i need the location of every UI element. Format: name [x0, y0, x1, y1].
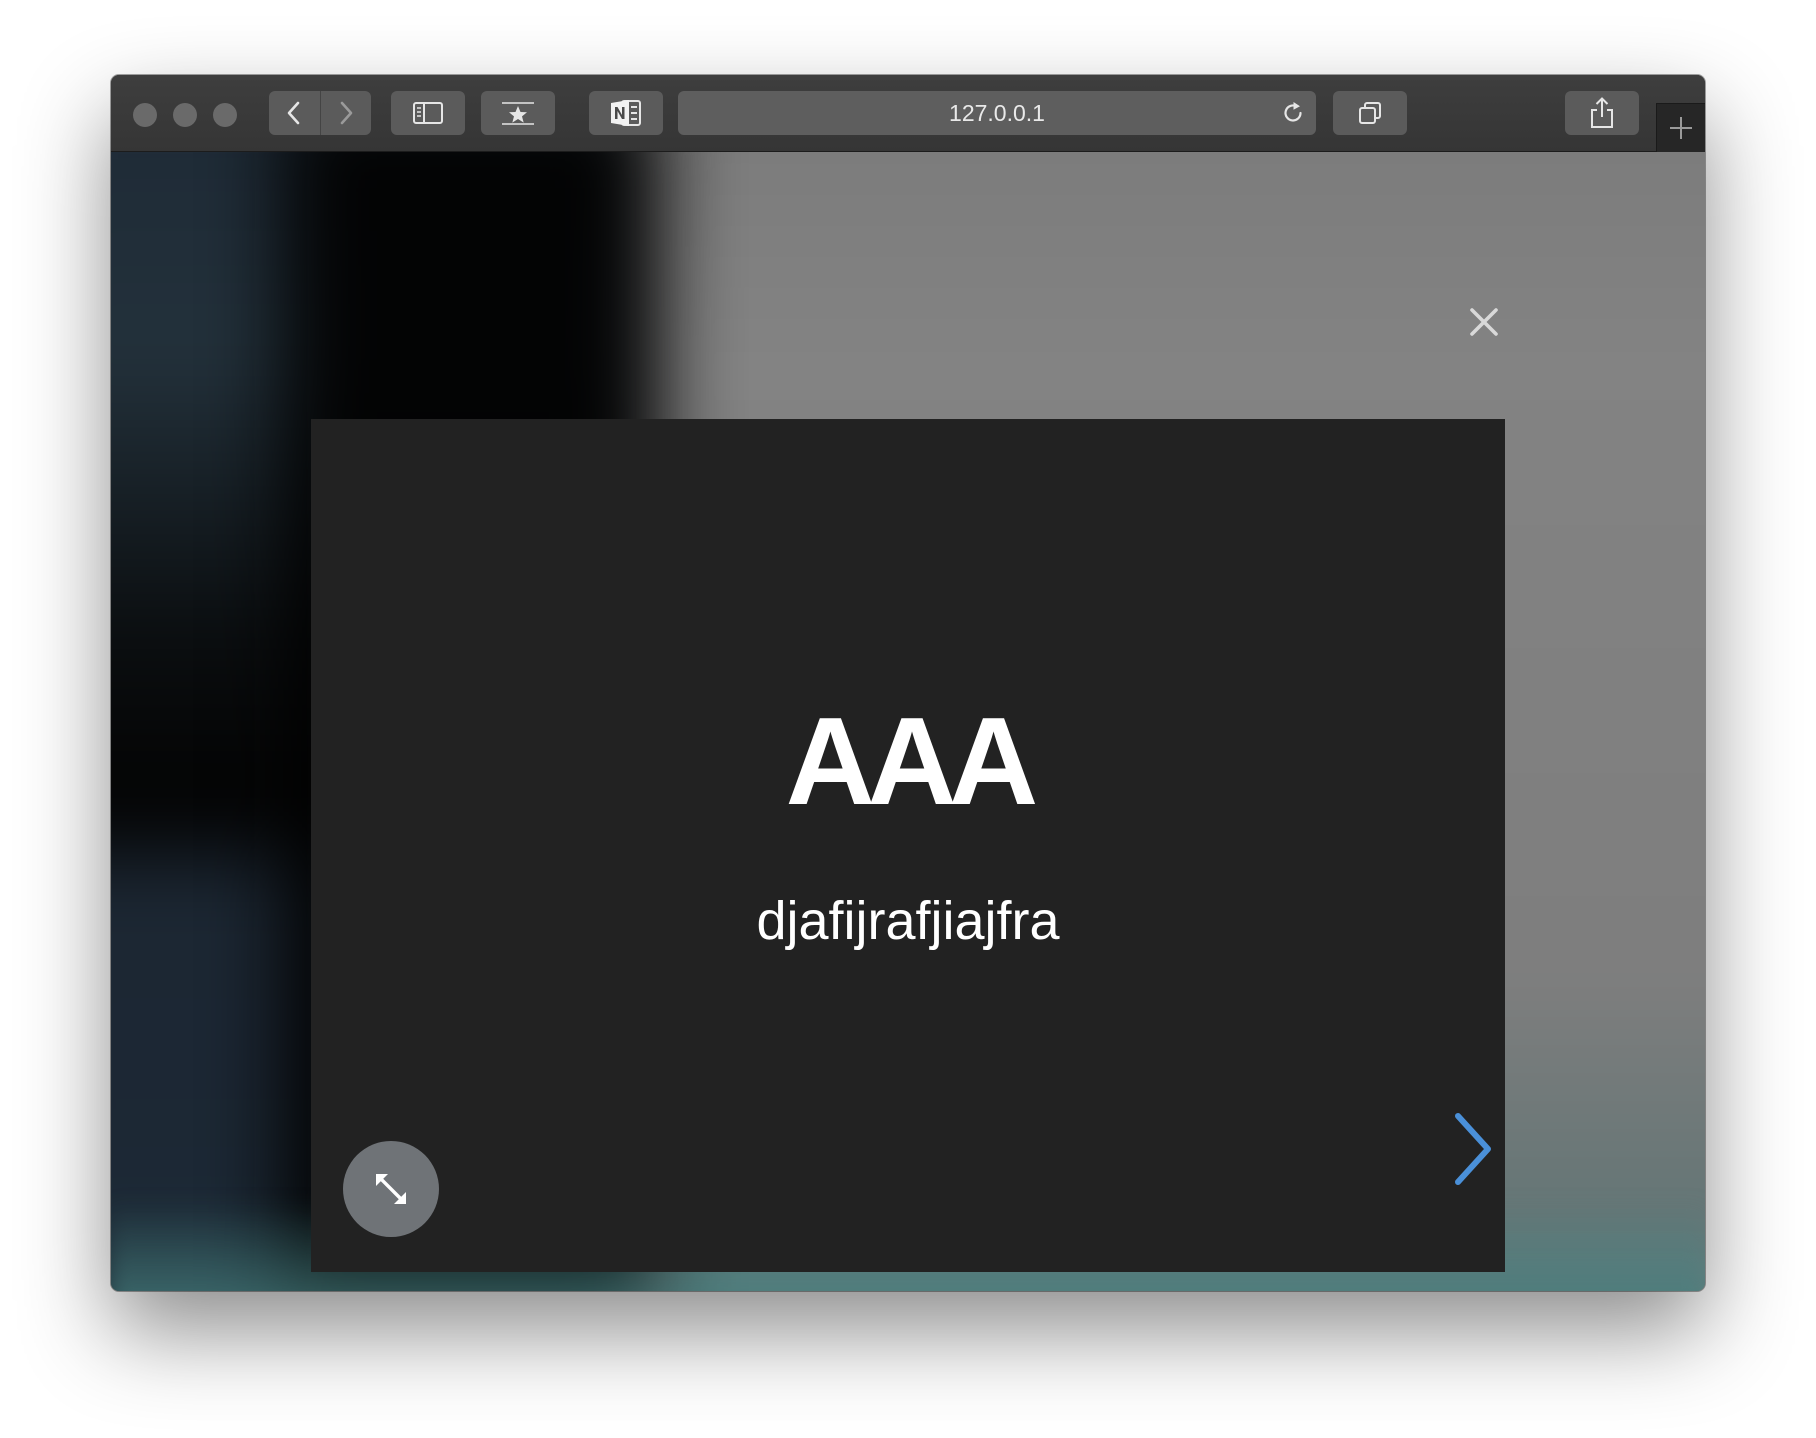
reload-icon: [1284, 102, 1302, 122]
back-button[interactable]: [269, 91, 320, 135]
share-button[interactable]: [1565, 91, 1639, 135]
star-bookmark-icon: [502, 102, 534, 125]
reload-button[interactable]: [1280, 100, 1306, 131]
slide-subtitle: djafijrafjiajfra: [756, 891, 1060, 951]
onenote-clipper-button[interactable]: [589, 91, 663, 135]
window-minimize-button[interactable]: [173, 103, 197, 127]
chevron-left-icon: [287, 101, 300, 125]
sidebar-icon: [413, 102, 443, 124]
fullscreen-button[interactable]: [343, 1141, 439, 1237]
tab-overview-button[interactable]: [1333, 91, 1407, 135]
share-icon: [1591, 97, 1613, 128]
next-slide-button[interactable]: [1447, 1109, 1499, 1189]
forward-button[interactable]: [319, 91, 372, 135]
url-text: 127.0.0.1: [949, 100, 1045, 126]
window-zoom-button[interactable]: [213, 103, 237, 127]
slide-title: AAA: [785, 693, 1039, 831]
chevron-right-icon: [1455, 1113, 1491, 1185]
close-icon: [1470, 308, 1498, 336]
navigation-buttons: [269, 91, 371, 135]
lightbox-close-button[interactable]: [1465, 303, 1503, 341]
new-tab-button[interactable]: [1656, 103, 1705, 152]
plus-icon: [1670, 117, 1692, 139]
bookmarks-button[interactable]: [481, 91, 555, 135]
address-bar[interactable]: 127.0.0.1: [678, 91, 1316, 135]
browser-window: 127.0.0.1 AAA djafijrafjiajfra: [111, 75, 1705, 1291]
window-close-button[interactable]: [133, 103, 157, 127]
browser-toolbar: 127.0.0.1: [111, 75, 1705, 152]
onenote-clipper-icon: [611, 100, 641, 126]
sidebar-button[interactable]: [391, 91, 465, 135]
lightbox-slide: AAA djafijrafjiajfra: [311, 419, 1505, 1272]
tab-overview-icon: [1359, 102, 1381, 124]
expand-arrows-icon: [376, 1174, 406, 1204]
chevron-right-icon: [340, 101, 353, 125]
page-content: AAA djafijrafjiajfra: [111, 152, 1705, 1291]
